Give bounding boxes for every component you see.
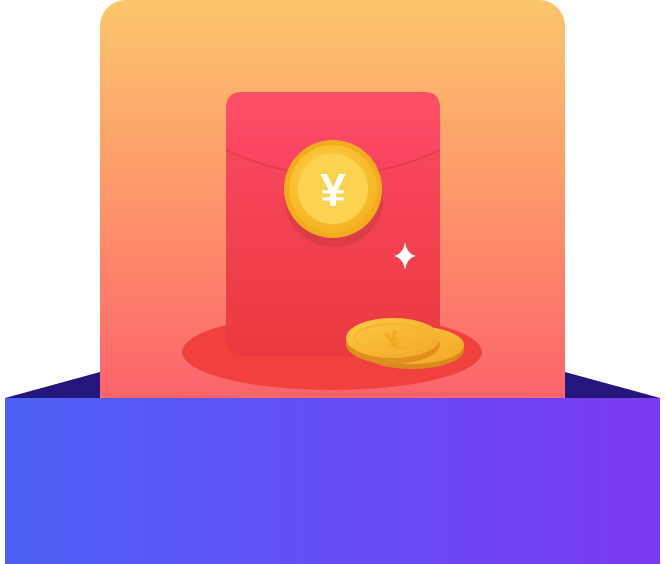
box-back-right-edge xyxy=(565,372,660,398)
box-back-left-edge xyxy=(5,372,100,398)
red-envelope-illustration: ¥ ¥ xyxy=(0,0,666,564)
illustration-canvas: ¥ ¥ xyxy=(5,0,660,564)
yuan-symbol: ¥ xyxy=(320,164,346,216)
box-front xyxy=(5,398,660,564)
yuan-coin-icon: ¥ xyxy=(284,140,383,247)
